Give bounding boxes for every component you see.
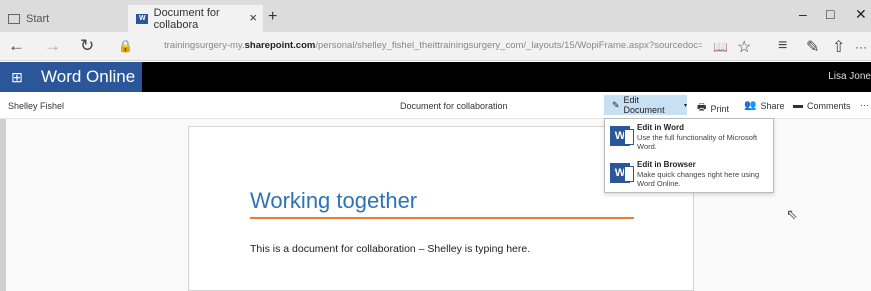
reading-view-icon[interactable]: 📖 [713,40,728,54]
people-icon: 👥 [744,100,757,111]
menu-item-title: Edit in Word [637,123,684,132]
url-domain: sharepoint.com [244,40,316,51]
word-tab-icon [136,13,148,24]
edit-document-label: Edit Document [623,95,665,115]
new-tab-button[interactable]: + [268,8,277,26]
tab-start[interactable]: Start [0,5,126,32]
share-icon[interactable]: ⇧ [832,37,845,57]
suite-bar: ⊞ Word Online Lisa Jone [0,62,871,92]
start-tab-icon [8,13,20,24]
tab-start-label: Start [26,12,50,25]
menu-item-edit-in-word[interactable]: W Edit in Word Use the full functionalit… [605,120,773,156]
document-heading: Working together [250,188,418,213]
document-title: Document for collaboration [400,101,508,111]
back-button[interactable]: ← [8,36,25,56]
url-prefix: trainingsurgery-my. [164,40,245,51]
menu-item-title: Edit in Browser [637,160,696,169]
print-label: Print [710,103,729,114]
document-owner[interactable]: Shelley Fishel [8,101,64,111]
chevron-down-icon: ▾ [683,102,687,109]
mouse-cursor-icon: ⇖ [786,206,798,222]
menu-item-desc: Use the full functionality of Microsoft … [637,133,758,151]
tab-document-label: Document for collabora [153,6,220,31]
printer-icon: 🖶 [697,102,707,113]
minimize-button[interactable]: – [799,6,807,22]
more-options-icon[interactable]: ··· [860,100,869,110]
tab-document[interactable]: Document for collabora × [128,5,263,32]
address-bar: ← → ↻ 🔒 trainingsurgery-my.sharepoint.co… [0,32,871,61]
maximize-button[interactable]: □ [826,6,834,22]
close-window-button[interactable]: ✕ [855,6,867,23]
menu-item-edit-in-browser[interactable]: W Edit in Browser Make quick changes rig… [605,157,773,193]
web-note-icon[interactable]: ✎ [806,37,819,57]
comments-button[interactable]: ▬ Comments [793,100,851,111]
comments-label: Comments [807,100,851,111]
share-button[interactable]: 👥 Share [744,100,784,111]
document-toolbar: Shelley Fishel Document for collaboratio… [0,92,871,119]
lock-icon: 🔒 [118,39,133,53]
forward-button[interactable]: → [44,36,61,56]
edit-document-menu: W Edit in Word Use the full functionalit… [604,118,774,193]
favorite-star-icon[interactable]: ☆ [737,37,751,57]
user-name[interactable]: Lisa Jone [828,71,871,82]
app-name[interactable]: Word Online [34,62,142,92]
edit-document-button[interactable]: ✎ Edit Document ▾ [604,95,687,115]
document-body-text: This is a document for collaboration – S… [250,243,531,255]
tab-close-icon[interactable]: × [249,10,257,25]
url-path: /personal/shelley_fishel_theittrainingsu… [315,40,702,51]
pencil-icon: ✎ [612,99,620,110]
browser-tabstrip: Start Document for collabora × + – □ ✕ [0,0,871,32]
refresh-button[interactable]: ↻ [80,36,94,56]
app-launcher-icon[interactable]: ⊞ [0,62,34,92]
url-field[interactable]: trainingsurgery-my.sharepoint.com/person… [164,40,702,51]
heading-underline [250,217,634,219]
word-icon: W [610,126,634,146]
more-icon[interactable]: ··· [855,40,867,54]
share-label: Share [760,100,785,111]
print-button[interactable]: 🖶 Print [697,100,729,117]
menu-item-desc: Make quick changes right here using Word… [637,170,760,188]
hub-icon[interactable]: ≡ [778,37,787,55]
word-online-icon: W [610,163,634,183]
comment-icon: ▬ [793,100,803,111]
